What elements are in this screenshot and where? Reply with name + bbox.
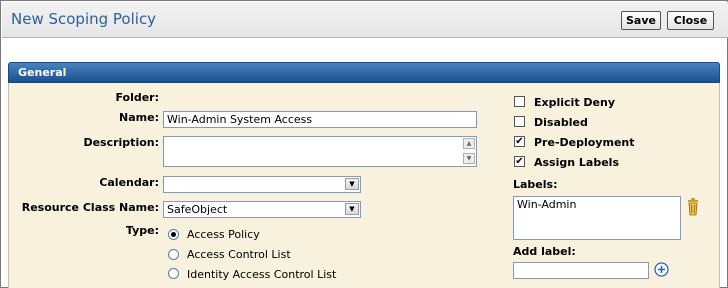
type-radio-access-policy[interactable] — [168, 229, 179, 240]
add-label-input[interactable] — [513, 262, 649, 279]
labels-listbox[interactable]: Win-Admin — [513, 196, 681, 240]
disabled-checkbox[interactable] — [514, 116, 525, 127]
name-input-value: Win-Admin System Access — [167, 113, 313, 126]
assign-labels-checkbox[interactable]: ✔ — [514, 156, 525, 167]
save-button[interactable]: Save — [621, 11, 661, 30]
resource-class-label: Resource Class Name: — [21, 201, 159, 214]
folder-label: Folder: — [115, 91, 159, 104]
type-option-label: Access Control List — [187, 248, 291, 261]
page-title: New Scoping Policy — [11, 10, 157, 28]
title-bar: New Scoping Policy Save Close — [2, 2, 728, 38]
type-option-label: Identity Access Control List — [187, 268, 337, 281]
calendar-select[interactable]: ▼ — [163, 176, 361, 193]
assign-labels-label: Assign Labels — [534, 156, 619, 169]
section-header-general: General — [8, 62, 720, 83]
description-label: Description: — [83, 136, 159, 149]
labels-heading: Labels: — [513, 178, 558, 191]
resource-class-select[interactable]: SafeObject ▼ — [163, 201, 361, 218]
type-label: Type: — [125, 224, 159, 237]
trash-icon[interactable] — [686, 198, 700, 216]
add-label-heading: Add label: — [513, 245, 576, 258]
explicit-deny-label: Explicit Deny — [534, 96, 615, 109]
type-radio-access-control-list[interactable] — [168, 249, 179, 260]
type-option-label: Access Policy — [187, 228, 260, 241]
plus-circle-icon[interactable] — [654, 262, 669, 277]
explicit-deny-checkbox[interactable] — [514, 96, 525, 107]
chevron-down-icon[interactable]: ▼ — [345, 178, 359, 190]
pre-deployment-label: Pre-Deployment — [534, 136, 635, 149]
scroll-up-icon[interactable]: ▲ — [463, 138, 475, 149]
resource-class-select-value: SafeObject — [167, 203, 228, 216]
pre-deployment-checkbox[interactable]: ✔ — [514, 136, 525, 147]
description-textarea[interactable]: ▲ ▼ — [163, 136, 477, 167]
name-label: Name: — [119, 111, 159, 124]
chevron-down-icon[interactable]: ▼ — [345, 203, 359, 215]
close-button[interactable]: Close — [667, 11, 714, 30]
disabled-label: Disabled — [534, 116, 588, 129]
name-input[interactable]: Win-Admin System Access — [163, 111, 477, 128]
scroll-down-icon[interactable]: ▼ — [463, 153, 475, 164]
label-list-item[interactable]: Win-Admin — [517, 198, 677, 211]
calendar-label: Calendar: — [99, 176, 159, 189]
type-radio-identity-access-control-list[interactable] — [168, 268, 179, 279]
section-title: General — [18, 66, 67, 79]
